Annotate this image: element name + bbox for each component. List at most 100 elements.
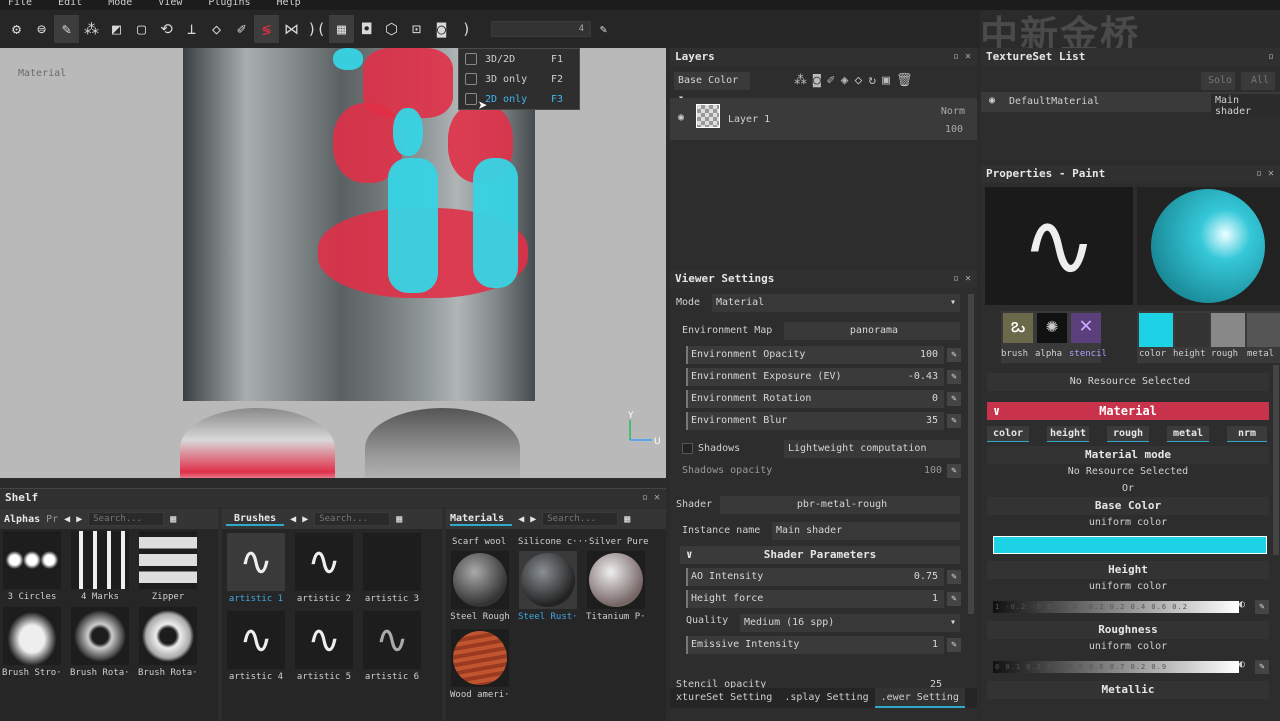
channel-select[interactable]: Base Color ▾ [674, 72, 750, 104]
alpha-item[interactable]: Brush Stro··· [2, 607, 62, 678]
edit-pencil-icon[interactable]: ✎ [1255, 660, 1269, 674]
alpha-item[interactable]: Brush Rota··· [138, 607, 198, 678]
grid-view-icon[interactable]: ▦ [170, 514, 176, 525]
stamp-icon[interactable]: ⊥ [179, 15, 204, 43]
smudge-icon[interactable]: ≶ [254, 15, 279, 43]
tab-brushes[interactable]: Brushes [226, 513, 285, 526]
brush-item[interactable]: ∿ artistic 5 [294, 611, 354, 682]
tab-alphas[interactable]: Alphas [4, 514, 40, 525]
delete-icon[interactable]: 🗑 [896, 73, 919, 88]
brush-slot[interactable]: ఒ [1003, 313, 1033, 343]
mat-tag-nrm[interactable]: nrm [1227, 426, 1267, 442]
env-blur-slider[interactable]: Environment Blur 35 [686, 412, 944, 430]
menu-item-3d-only[interactable]: 3D only F2 [459, 69, 579, 89]
material-item[interactable]: Wood ameri··· [450, 629, 510, 700]
brush-item[interactable]: ∿ artistic 1 [226, 533, 286, 604]
textureset-row[interactable]: ◉ DefaultMaterial Main shader [981, 92, 1280, 118]
3d-viewport[interactable]: Material Y U [0, 48, 666, 478]
scrollbar[interactable] [1273, 365, 1279, 555]
quality-select[interactable]: Medium (16 spp) ▾ [740, 614, 960, 632]
lock-icon[interactable]: ⊜ [29, 15, 54, 43]
toolbar-slider[interactable]: 4 [491, 21, 591, 37]
add-effect-icon[interactable]: ⁂ [794, 73, 813, 88]
screenshot-icon[interactable]: ⊡ [404, 15, 429, 43]
tab-materials[interactable]: Materials [450, 513, 513, 526]
emissive-intensity-slider[interactable]: Emissive Intensity 1 [686, 636, 944, 654]
shelf-close-icon[interactable]: ▫ ✕ [642, 492, 660, 503]
paint-brush-icon[interactable]: ✎ [54, 15, 79, 43]
edit-pencil-icon[interactable]: ✎ [1255, 600, 1269, 614]
grid-view-icon[interactable]: ▦ [396, 514, 402, 525]
alpha-item[interactable]: 3 Circles [2, 531, 62, 602]
select-rect-icon[interactable]: ▢ [129, 15, 154, 43]
alpha-item[interactable]: Brush Rota··· [70, 607, 130, 678]
all-button[interactable]: All [1241, 72, 1275, 90]
add-folder-icon[interactable]: ▣ [882, 73, 896, 88]
edit-pencil-icon[interactable]: ✎ [947, 638, 961, 652]
menu-item-2d-only[interactable]: 2D only F3 [459, 89, 579, 109]
brush-item[interactable]: artistic 3 [362, 533, 422, 604]
shadows-opacity-value[interactable]: 100 [924, 462, 942, 480]
tab-procedurals[interactable]: Pr [46, 514, 58, 525]
edit-pencil-icon[interactable]: ✎ [947, 464, 961, 478]
cube-icon[interactable]: ⬡ [379, 15, 404, 43]
menu-file[interactable]: File [8, 0, 32, 8]
edit-pencil-icon[interactable]: ✎ [947, 414, 961, 428]
refresh-icon[interactable]: ↻ [868, 73, 882, 88]
menu-edit[interactable]: Edit [58, 0, 82, 8]
material-item[interactable]: Titanium P··· [586, 551, 646, 622]
prev-icon[interactable]: ◀ [64, 514, 70, 525]
mat-tag-color[interactable]: color [987, 426, 1029, 442]
fill-layer-icon[interactable]: ◇ [854, 73, 868, 88]
prev-icon[interactable]: ◀ [518, 514, 524, 525]
menu-mode[interactable]: Mode [108, 0, 132, 8]
env-exposure-slider[interactable]: Environment Exposure (EV) -0.43 [686, 368, 944, 386]
mat-tag-height[interactable]: height [1047, 426, 1089, 442]
menu-plugins[interactable]: Plugins [208, 0, 250, 8]
next-icon[interactable]: ▶ [76, 514, 82, 525]
viewer-close-icon[interactable]: ▫ ✕ [953, 273, 971, 284]
stencil-slot[interactable]: ✕ [1071, 313, 1101, 343]
app-logo-icon[interactable]: ⚙ [4, 15, 29, 43]
fill-icon[interactable]: ◇ [204, 15, 229, 43]
alphas-search-input[interactable]: Search... [88, 512, 165, 526]
color-picker-icon[interactable]: ◐ [1239, 599, 1245, 610]
rough-chip[interactable] [1211, 313, 1245, 347]
textureset-shader[interactable]: Main shader [1211, 94, 1280, 118]
menu-help[interactable]: Help [277, 0, 301, 8]
brushes-search-input[interactable]: Search... [314, 512, 391, 526]
material-header[interactable]: ∨ Material [987, 402, 1269, 420]
tab-textureset-settings[interactable]: xtureSet Setting [670, 688, 778, 708]
material-item[interactable]: Steel Rough [450, 551, 510, 622]
materials-search-input[interactable]: Search... [542, 512, 619, 526]
grid-view-icon[interactable]: ▦ [624, 514, 630, 525]
edit-pencil-icon[interactable]: ✎ [591, 15, 616, 43]
next-icon[interactable]: ▶ [302, 514, 308, 525]
height-force-slider[interactable]: Height force 1 [686, 590, 944, 608]
metal-chip[interactable] [1247, 313, 1280, 347]
alpha-item[interactable]: 4 Marks [70, 531, 130, 602]
mat-tag-metal[interactable]: metal [1167, 426, 1209, 442]
color-picker-icon[interactable]: ◐ [1239, 659, 1245, 670]
shadows-checkbox[interactable] [682, 443, 693, 454]
solo-button[interactable]: Solo [1201, 72, 1235, 90]
symmetry-icon[interactable]: ⋈ [279, 15, 304, 43]
alpha-slot[interactable]: ✺ [1037, 313, 1067, 343]
layer-row[interactable]: ◉ Layer 1 Norm 100 [670, 98, 977, 140]
lasso-icon[interactable]: ⟲ [154, 15, 179, 43]
projection-icon[interactable]: ◩ [104, 15, 129, 43]
grid-mode-icon[interactable]: ▦ [329, 15, 354, 43]
env-map-button[interactable]: panorama [784, 322, 960, 340]
tab-display-settings[interactable]: .splay Setting [778, 688, 874, 708]
env-opacity-slider[interactable]: Environment Opacity 100 [686, 346, 944, 364]
visibility-icon[interactable]: ◉ [989, 95, 995, 106]
camera-icon[interactable]: ◘ [354, 15, 379, 43]
shadows-mode-button[interactable]: Lightweight computation [784, 440, 960, 458]
height-slider[interactable]: 1 -0.2 -0.6 -0.4 -0.2 0.2 0.4 0.6 0.2 [993, 601, 1239, 613]
layers-close-icon[interactable]: ▫ ✕ [953, 51, 971, 62]
edit-pencil-icon[interactable]: ✎ [947, 370, 961, 384]
brush-layer-icon[interactable]: ✐ [827, 73, 841, 88]
brush-item[interactable]: ∿ artistic 6 [362, 611, 422, 682]
instance-name-input[interactable]: Main shader [772, 522, 960, 540]
edit-pencil-icon[interactable]: ✎ [947, 570, 961, 584]
